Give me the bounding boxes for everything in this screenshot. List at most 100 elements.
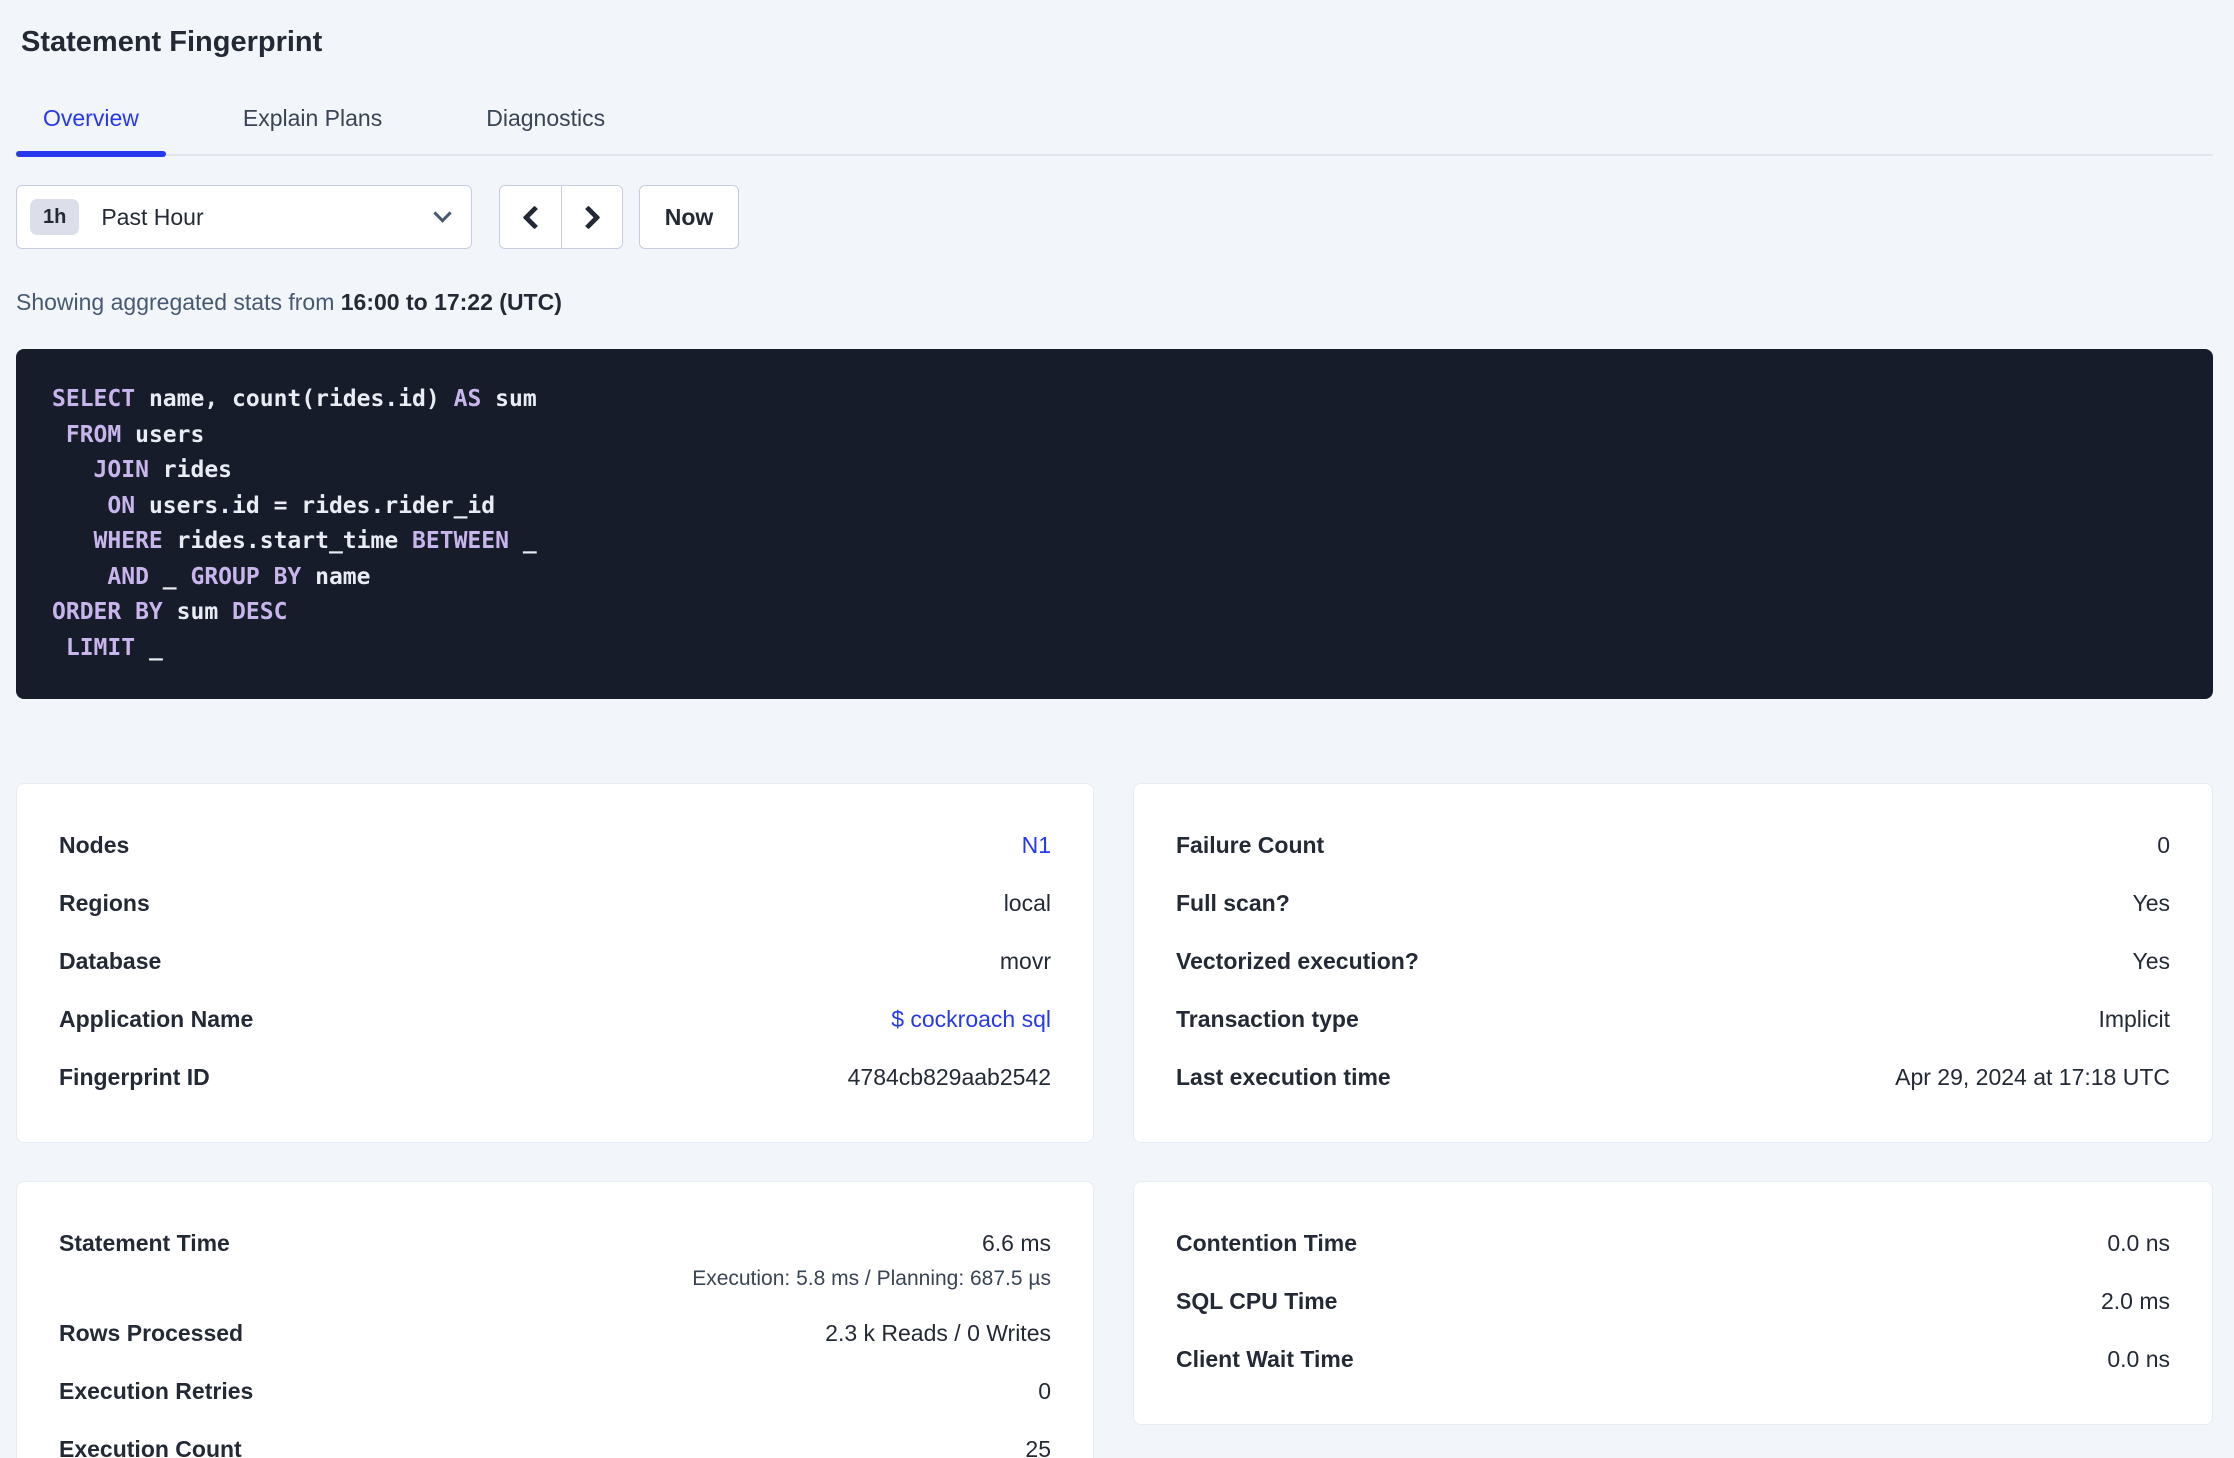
sql-statement-box: SELECT name, count(rides.id) AS sum FROM…	[16, 349, 2213, 699]
row-client-wait-time: Client Wait Time 0.0 ns	[1176, 1332, 2170, 1390]
row-vectorized-execution: Vectorized execution? Yes	[1176, 934, 2170, 992]
row-value-wrap: N1	[1022, 830, 1051, 864]
execution-attributes-card: Failure Count 0 Full scan? Yes Vectorized ex…	[1133, 783, 2213, 1143]
row-value-wrap: Implicit	[2098, 1004, 2170, 1038]
row-value: 2.0 ms	[2100, 1288, 2170, 1314]
sql-text: _	[148, 563, 191, 590]
sql-keyword: JOIN	[93, 457, 149, 483]
row-label: Last execution time	[1176, 1064, 1391, 1090]
stats-line-prefix: Showing aggregated stats from	[16, 289, 341, 315]
sql-keyword: SELECT	[52, 386, 136, 412]
next-time-button[interactable]	[561, 186, 622, 248]
sql-line: LIMIT _	[52, 631, 2177, 667]
tab-bar: Overview Explain Plans Diagnostics	[16, 105, 2213, 157]
row-value: 25	[1025, 1436, 1051, 1458]
tab-diagnostics[interactable]: Diagnostics	[459, 105, 632, 154]
row-value: 4784cb829aab2542	[847, 1064, 1051, 1090]
row-value-wrap: 0.0 ns	[2107, 1228, 2170, 1262]
row-full-scan: Full scan? Yes	[1176, 876, 2170, 934]
sql-line: FROM users	[52, 418, 2177, 454]
row-value-wrap: Yes	[2132, 888, 2170, 922]
sql-keyword: DESC	[232, 599, 288, 625]
sql-line: ORDER BY sum DESC	[52, 595, 2177, 631]
tab-overview[interactable]: Overview	[16, 105, 166, 157]
row-value-wrap: 2.0 ms	[2101, 1286, 2170, 1320]
row-database: Database movr	[59, 934, 1051, 992]
row-value-wrap: 4784cb829aab2542	[848, 1062, 1051, 1096]
row-statement-time: Statement Time 6.6 ms Execution: 5.8 ms / …	[59, 1216, 1051, 1306]
row-label: Transaction type	[1176, 1006, 1359, 1032]
sql-text: _	[135, 634, 163, 661]
statement-details-card: Nodes N1 Regions local Database movr Applicati…	[16, 783, 1094, 1143]
row-failure-count: Failure Count 0	[1176, 818, 2170, 876]
now-button[interactable]: Now	[639, 185, 739, 249]
sql-line: SELECT name, count(rides.id) AS sum	[52, 382, 2177, 418]
row-value: Apr 29, 2024 at 17:18 UTC	[1895, 1064, 2170, 1090]
row-value: Implicit	[2098, 1006, 2170, 1032]
sql-text: rides	[148, 457, 233, 483]
row-value: 0	[1038, 1378, 1051, 1404]
sql-keyword: ORDER BY	[52, 599, 163, 625]
row-execution-count: Execution Count 25	[59, 1422, 1051, 1458]
row-execution-retries: Execution Retries 0	[59, 1364, 1051, 1422]
row-value-wrap: local	[1004, 888, 1051, 922]
row-value-wrap: 6.6 ms Execution: 5.8 ms / Planning: 687.…	[692, 1228, 1051, 1294]
row-value-wrap: 0	[2157, 830, 2170, 864]
row-label: Execution Retries	[59, 1378, 254, 1404]
row-value-wrap: 25	[1025, 1434, 1051, 1458]
prev-time-button[interactable]	[500, 186, 561, 248]
row-label: Fingerprint ID	[59, 1064, 210, 1090]
sql-text: sum	[481, 386, 537, 412]
sql-keyword: AS	[453, 386, 482, 412]
row-label: Full scan?	[1176, 890, 1290, 916]
row-value-link[interactable]: $ cockroach sql	[891, 1006, 1051, 1032]
row-value-wrap: $ cockroach sql	[891, 1004, 1051, 1038]
row-value: 0.0 ns	[2107, 1346, 2170, 1372]
row-value: local	[1003, 890, 1051, 916]
row-label: Statement Time	[59, 1230, 230, 1256]
resource-times-card: Contention Time 0.0 ns SQL CPU Time 2.0 ms C…	[1133, 1181, 2213, 1425]
aggregated-stats-line: Showing aggregated stats from 16:00 to 1…	[16, 289, 2213, 316]
chevron-down-icon	[433, 204, 452, 223]
sql-keyword: BETWEEN	[412, 528, 509, 554]
row-last-execution-time: Last execution time Apr 29, 2024 at 17:18…	[1176, 1050, 2170, 1108]
row-label: Failure Count	[1176, 832, 1325, 858]
row-value: 0	[2157, 832, 2170, 858]
row-value-link[interactable]: N1	[1022, 832, 1051, 858]
row-contention-time: Contention Time 0.0 ns	[1176, 1216, 2170, 1274]
row-value: Yes	[2132, 948, 2170, 974]
time-interval-badge: 1h	[30, 199, 80, 235]
time-interval-dropdown[interactable]: 1h Past Hour	[16, 185, 472, 249]
row-label: Regions	[59, 890, 150, 916]
sql-line: AND _ GROUP BY name	[52, 560, 2177, 596]
row-transaction-type: Transaction type Implicit	[1176, 992, 2170, 1050]
time-nav-group	[499, 185, 623, 249]
sql-text: sum	[162, 599, 233, 625]
chevron-left-icon	[522, 204, 547, 230]
row-label: Rows Processed	[59, 1320, 244, 1346]
sql-keyword: FROM	[65, 421, 122, 448]
row-nodes: Nodes N1	[59, 818, 1051, 876]
row-label: Vectorized execution?	[1176, 948, 1419, 974]
row-sql-cpu-time: SQL CPU Time 2.0 ms	[1176, 1274, 2170, 1332]
sql-text: users.id = rides.rider_id	[135, 492, 496, 519]
sql-text: name, count(rides.id)	[135, 386, 454, 412]
sql-keyword: AND	[107, 563, 149, 590]
summary-cards: Nodes N1 Regions local Database movr Applicati…	[16, 783, 2213, 1458]
row-fingerprint-id: Fingerprint ID 4784cb829aab2542	[59, 1050, 1051, 1108]
page-title: Statement Fingerprint	[21, 26, 323, 58]
row-label: Application Name	[59, 1006, 254, 1032]
sql-keyword: LIMIT	[65, 634, 136, 661]
time-controls: 1h Past Hour Now	[16, 185, 2213, 249]
sql-keyword: ON	[107, 492, 136, 519]
row-label: Contention Time	[1176, 1230, 1358, 1256]
sql-text: users	[121, 421, 205, 448]
tab-explain-plans[interactable]: Explain Plans	[216, 105, 409, 154]
statement-times-card: Statement Time 6.6 ms Execution: 5.8 ms / …	[16, 1181, 1094, 1458]
row-label: Database	[59, 948, 162, 974]
stats-line-range: 16:00 to 17:22 (UTC)	[340, 289, 562, 315]
row-value-wrap: Yes	[2132, 946, 2170, 980]
